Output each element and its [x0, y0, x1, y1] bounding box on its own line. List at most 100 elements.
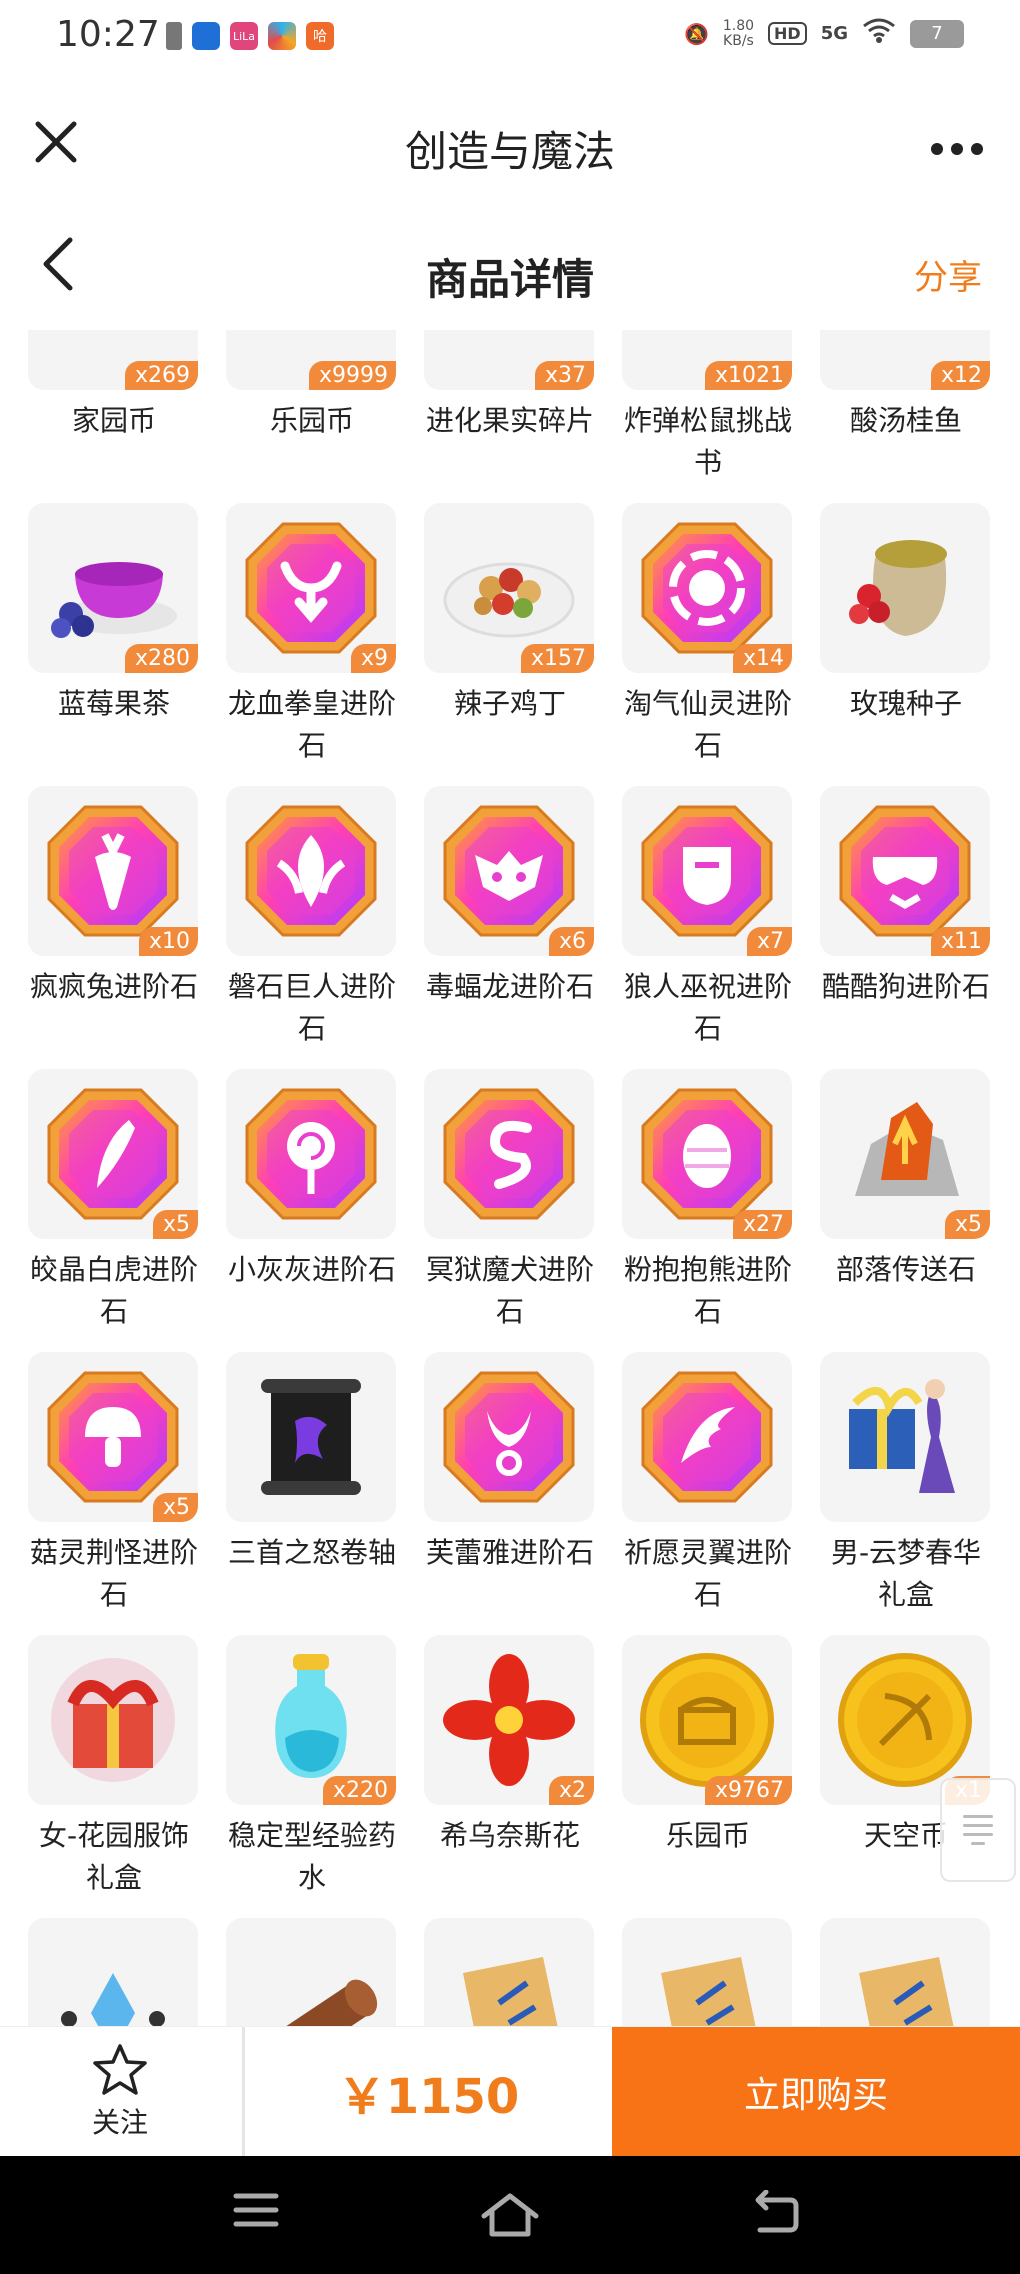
item-card[interactable]: x7 狼人巫祝进阶石 [622, 786, 794, 1069]
gem-horns-icon [424, 1352, 594, 1522]
item-name: 家园币 [71, 404, 156, 437]
item-card[interactable]: x10 疯疯兔进阶石 [28, 786, 200, 1069]
item-card[interactable]: x2 希乌奈斯花 [424, 1635, 596, 1918]
map-scroll-icon [622, 1918, 792, 2026]
share-button[interactable]: 分享 [914, 250, 982, 299]
item-card[interactable]: 磐石巨人进阶石 [226, 786, 398, 1069]
item-name: 女-花园服饰礼盒 [38, 1819, 190, 1894]
app-notification-icon [192, 22, 220, 50]
item-grid-viewport[interactable]: x269 家园币 x9999 乐园币 x37 进化果实碎片 x1021 炸弹松鼠挑战书 x12 酸… [0, 330, 1020, 2026]
home-icon [481, 2193, 539, 2237]
wood-log-icon [226, 1918, 396, 2026]
crystal-emblem-icon [28, 1918, 198, 2026]
item-card[interactable]: x14 淘气仙灵进阶石 [622, 503, 794, 786]
item-name: 辣子鸡丁 [453, 687, 566, 720]
quantity-badge: x27 [732, 1210, 792, 1239]
gem-swirl-icon: x14 [622, 503, 792, 673]
item-card[interactable] [622, 1918, 794, 2026]
bottom-action-bar: 关注 ￥1150 立即购买 [0, 2026, 1020, 2157]
menu-icon [233, 2193, 279, 2227]
gift-box-red-icon [28, 1635, 198, 1805]
item-name: 蓝莓果茶 [57, 687, 170, 720]
battery-icon: 7 [910, 19, 964, 48]
item-card[interactable]: 祈愿灵翼进阶石 [622, 1352, 794, 1635]
item-card[interactable]: x37 进化果实碎片 [424, 330, 596, 503]
quantity-badge: x269 [124, 361, 198, 390]
item-card[interactable]: x5 菇灵荆怪进阶石 [28, 1352, 200, 1635]
item-card[interactable]: x5 皎晶白虎进阶石 [28, 1069, 200, 1352]
gem-mushroom-icon: x5 [28, 1352, 198, 1522]
fish-dish-icon: x12 [820, 330, 990, 390]
item-card[interactable]: x6 毒蝠龙进阶石 [424, 786, 596, 1069]
item-name: 狼人巫祝进阶石 [623, 970, 792, 1045]
purple-fruit-icon: x37 [424, 330, 594, 390]
item-card[interactable]: x9767 乐园币 [622, 1635, 794, 1918]
item-card[interactable]: 冥狱魔犬进阶石 [424, 1069, 596, 1352]
item-name: 男-云梦春华礼盒 [830, 1536, 982, 1611]
quantity-badge: x220 [322, 1776, 396, 1805]
item-card[interactable]: x9 龙血拳皇进阶石 [226, 503, 398, 786]
gold-coin-chest-icon: x9767 [622, 1635, 792, 1805]
item-card[interactable] [424, 1918, 596, 2026]
network-speed: 1.80 KB/s [722, 17, 755, 49]
item-card[interactable]: x11 酷酷狗进阶石 [820, 786, 992, 1069]
page-title: 商品详情 [425, 255, 594, 304]
item-card[interactable]: 小灰灰进阶石 [226, 1069, 398, 1352]
item-name: 进化果实碎片 [425, 404, 594, 437]
gem-s-icon [424, 1069, 594, 1239]
back-nav-button[interactable] [752, 2189, 812, 2240]
item-name: 稳定型经验药水 [227, 1819, 396, 1894]
item-card[interactable]: x1021 炸弹松鼠挑战书 [622, 330, 794, 503]
gold-coin-icon: x9999 [226, 330, 396, 390]
item-card[interactable] [28, 1918, 200, 2026]
status-bar: 10:27 LiLa 哈 🔕 1.80 KB/s HD 5G 7 [0, 0, 1020, 80]
item-name: 玫瑰种子 [849, 687, 962, 720]
star-icon [93, 2044, 147, 2095]
item-name: 疯疯兔进阶石 [29, 970, 198, 1003]
quantity-badge: x5 [944, 1210, 990, 1239]
item-name: 龙血拳皇进阶石 [227, 687, 396, 762]
notification-icons: LiLa 哈 [166, 22, 334, 50]
item-card[interactable]: 芙蕾雅进阶石 [424, 1352, 596, 1635]
portal-stone-icon: x5 [820, 1069, 990, 1239]
quantity-badge: x6 [548, 927, 594, 956]
item-card[interactable] [820, 1918, 992, 2026]
item-name: 酷酷狗进阶石 [821, 970, 990, 1003]
item-card[interactable]: x220 稳定型经验药水 [226, 1635, 398, 1918]
item-card[interactable]: x5 部落传送石 [820, 1069, 992, 1352]
item-name: 毒蝠龙进阶石 [425, 970, 594, 1003]
item-name: 菇灵荆怪进阶石 [29, 1536, 198, 1611]
menu-button[interactable] [232, 2190, 292, 2240]
follow-button[interactable]: 关注 [0, 2027, 240, 2157]
item-card[interactable]: x157 辣子鸡丁 [424, 503, 596, 786]
item-card[interactable]: 三首之怒卷轴 [226, 1352, 398, 1635]
item-card[interactable]: 男-云梦春华礼盒 [820, 1352, 992, 1635]
quantity-badge: x2 [548, 1776, 594, 1805]
more-button[interactable] [930, 120, 984, 166]
gem-claw-icon: x5 [28, 1069, 198, 1239]
map-scroll-icon [820, 1918, 990, 2026]
buy-now-button[interactable]: 立即购买 [612, 2027, 1020, 2157]
item-name: 部落传送石 [835, 1253, 976, 1286]
gold-coin-icon: x269 [28, 330, 198, 390]
page-nav-bar: 商品详情 分享 [0, 210, 1020, 330]
quantity-badge: x9 [350, 644, 396, 673]
price: ￥1150 [337, 2069, 520, 2125]
home-button[interactable] [480, 2190, 540, 2240]
item-card[interactable]: x27 粉抱抱熊进阶石 [622, 1069, 794, 1352]
item-card[interactable]: x269 家园币 [28, 330, 200, 503]
gem-lollipop-icon [226, 1069, 396, 1239]
item-card[interactable] [226, 1918, 398, 2026]
item-card[interactable]: 玫瑰种子 [820, 503, 992, 786]
gem-bull-icon: x9 [226, 503, 396, 673]
map-scroll-icon [424, 1918, 594, 2026]
gem-bat-icon: x6 [424, 786, 594, 956]
item-card[interactable]: x9999 乐园币 [226, 330, 398, 503]
scroll-to-top-button[interactable] [940, 1778, 1016, 1882]
item-name: 三首之怒卷轴 [227, 1536, 396, 1569]
item-grid: x269 家园币 x9999 乐园币 x37 进化果实碎片 x1021 炸弹松鼠挑战书 x12 酸… [28, 330, 1008, 2026]
item-card[interactable]: x280 蓝莓果茶 [28, 503, 200, 786]
item-card[interactable]: x12 酸汤桂鱼 [820, 330, 992, 503]
item-name: 冥狱魔犬进阶石 [425, 1253, 594, 1328]
item-card[interactable]: 女-花园服饰礼盒 [28, 1635, 200, 1918]
